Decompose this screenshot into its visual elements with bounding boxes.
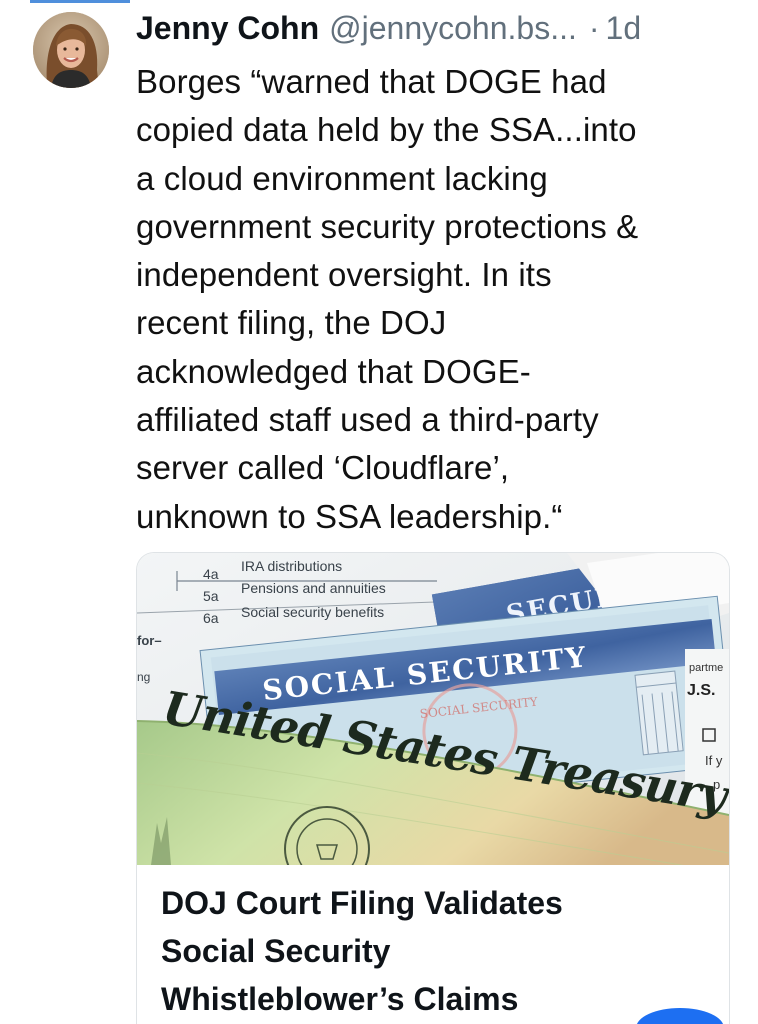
post-text-line: recent filing, the DOJ bbox=[136, 304, 447, 342]
author-display-name[interactable]: Jenny Cohn bbox=[136, 4, 319, 52]
post-text-line: unknown to SSA leadership.“ bbox=[136, 497, 563, 535]
right-edge-text: J.S. bbox=[687, 682, 715, 699]
header-separator: · bbox=[588, 10, 600, 46]
author-handle[interactable]: @jennycohn.bs... bbox=[329, 4, 577, 52]
form-line-num: 4a bbox=[203, 566, 219, 582]
link-preview-card[interactable]: 4a IRA distributions 5a Pensions and ann… bbox=[136, 552, 730, 1024]
form-line-label: Pensions and annuities bbox=[241, 580, 386, 596]
post-text-line: acknowledged that DOGE- bbox=[136, 352, 531, 390]
form-line-label: IRA distributions bbox=[241, 558, 342, 574]
author-avatar[interactable] bbox=[33, 12, 109, 88]
post-header: Jenny Cohn @jennycohn.bs... · 1d bbox=[136, 4, 736, 52]
post-text-line: server called ‘Cloudflare’, bbox=[136, 449, 510, 487]
post-text-line: Borges “warned that DOGE had bbox=[136, 63, 607, 100]
link-preview-title[interactable]: DOJ Court Filing Validates Social Securi… bbox=[161, 879, 721, 1023]
post-text-line: a cloud environment lacking bbox=[136, 159, 548, 197]
top-accent-bar bbox=[30, 0, 130, 3]
link-title-line: Social Security bbox=[161, 933, 391, 969]
post-text-line: independent oversight. In its bbox=[136, 256, 552, 294]
right-edge-text: partme bbox=[689, 662, 723, 674]
link-title-line: Whistleblower’s Claims bbox=[161, 981, 519, 1017]
post-text-line: government security protections & bbox=[136, 207, 639, 245]
link-preview-image[interactable]: 4a IRA distributions 5a Pensions and ann… bbox=[137, 553, 729, 865]
post-text-line: affiliated staff used a third-party bbox=[136, 401, 599, 439]
post-timestamp[interactable]: 1d bbox=[606, 4, 642, 52]
link-title-line: DOJ Court Filing Validates bbox=[161, 885, 563, 921]
form-left-label: for– bbox=[137, 633, 162, 648]
avatar-photo-icon bbox=[33, 12, 109, 88]
form-left-label: ng bbox=[137, 670, 150, 684]
form-line-label: Social security benefits bbox=[241, 604, 384, 620]
social-security-treasury-image: 4a IRA distributions 5a Pensions and ann… bbox=[137, 553, 729, 865]
post-text-line: copied data held by the SSA...into bbox=[136, 111, 637, 149]
form-line-num: 6a bbox=[203, 610, 219, 626]
form-line-num: 5a bbox=[203, 588, 219, 604]
post-text: Borges “warned that DOGE had copied data… bbox=[136, 58, 736, 541]
